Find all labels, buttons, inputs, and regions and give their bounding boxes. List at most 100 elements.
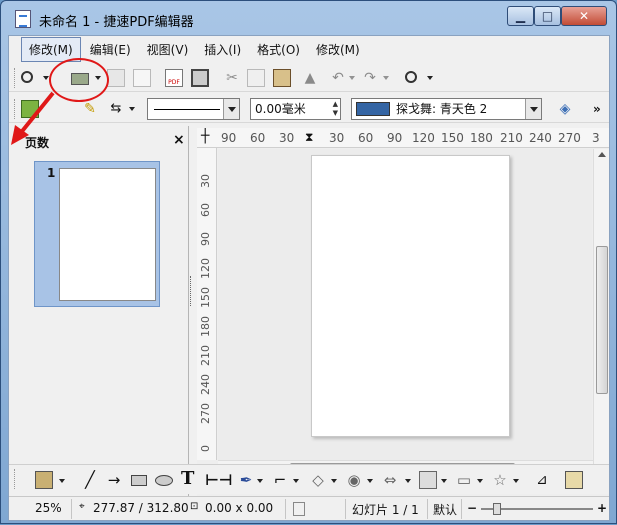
chevron-down-icon[interactable]: [441, 479, 447, 483]
chevron-down-icon[interactable]: [367, 479, 373, 483]
rectangle-tool-icon[interactable]: [131, 475, 147, 486]
clone-format-icon[interactable]: ▲: [301, 69, 319, 87]
basic-shapes-icon[interactable]: ◇: [309, 471, 327, 489]
menu-view[interactable]: 视图(V): [140, 38, 196, 61]
zoom-pan-icon[interactable]: [405, 71, 417, 83]
line-width-value[interactable]: 0.00毫米: [255, 102, 306, 116]
line-width-spinner[interactable]: 0.00毫米 ▲ ▼: [250, 98, 341, 120]
ruler-label: 150: [441, 131, 464, 145]
chevron-down-icon[interactable]: [349, 76, 355, 80]
client-area: 修改(M) 编辑(E) 视图(V) 插入(I) 格式(O) 修改(M) PDF …: [8, 35, 610, 521]
size-icon: ⊡: [190, 501, 199, 512]
chevron-down-icon[interactable]: [383, 76, 389, 80]
toolbar-overflow-icon[interactable]: »: [593, 100, 611, 118]
color-swatch: [356, 102, 390, 116]
arrow-style-icon[interactable]: ⇆: [107, 100, 125, 118]
line-style-icon[interactable]: ✎: [81, 100, 99, 118]
undo-icon[interactable]: ↶: [329, 69, 347, 87]
app-icon: [15, 10, 31, 28]
curve-tool-icon[interactable]: ✒: [237, 471, 255, 489]
ruler-label: 270: [558, 131, 581, 145]
points-icon[interactable]: ⊿: [533, 471, 551, 489]
minimize-button[interactable]: ▁: [507, 6, 534, 26]
zoom-level[interactable]: 25%: [35, 501, 62, 515]
thumbnail-page: [59, 168, 156, 301]
chevron-down-icon[interactable]: [59, 479, 65, 483]
zoom-in-icon[interactable]: +: [597, 501, 607, 515]
maximize-button[interactable]: □: [534, 6, 561, 26]
print-icon[interactable]: [191, 69, 209, 87]
zoom-slider-handle[interactable]: [493, 503, 501, 515]
redo-icon[interactable]: ↷: [361, 69, 379, 87]
vertical-scrollbar[interactable]: [593, 149, 609, 480]
callout-icon[interactable]: ▭: [455, 471, 473, 489]
stars-icon[interactable]: ☆: [491, 471, 509, 489]
symbol-shapes-icon[interactable]: ◉: [345, 471, 363, 489]
gallery-icon[interactable]: [565, 471, 583, 489]
paste-icon[interactable]: [273, 69, 291, 87]
vertical-ruler: 30 60 90 120 150 180 210 240 270 0: [197, 148, 217, 460]
toolbar-grip[interactable]: [14, 469, 16, 489]
ruler-label: 150: [199, 287, 212, 308]
copy-icon[interactable]: [247, 69, 265, 87]
slide-page[interactable]: [311, 155, 510, 437]
cursor-position: 277.87 / 312.80: [93, 501, 189, 515]
chevron-down-icon[interactable]: [513, 479, 519, 483]
chevron-down-icon[interactable]: [129, 107, 135, 111]
chevron-down-icon[interactable]: [223, 99, 239, 119]
tab-stop-icon[interactable]: ┼: [201, 128, 209, 144]
ruler-label: 30: [279, 131, 295, 145]
line-preview: [154, 109, 220, 110]
line-tool-icon[interactable]: ╱: [81, 471, 99, 489]
ruler-label: 60: [250, 131, 266, 145]
fill-color-select[interactable]: 探戈舞: 青天色 2: [351, 98, 542, 120]
pages-panel: 页数 × 1: [9, 126, 189, 496]
vertical-scroll-thumb[interactable]: [596, 246, 608, 394]
toolbar-grip[interactable]: [14, 68, 16, 88]
scroll-up-icon[interactable]: [598, 152, 606, 157]
insert-image-icon[interactable]: [35, 471, 53, 489]
toolbar-grip[interactable]: [14, 99, 16, 119]
edit-file-icon[interactable]: [133, 69, 151, 87]
close-button[interactable]: ✕: [561, 6, 607, 26]
ellipse-tool-icon[interactable]: [155, 475, 173, 486]
chevron-down-icon[interactable]: [525, 99, 541, 119]
indent-marker-icon[interactable]: ⧗: [305, 130, 313, 145]
connector-tool-icon[interactable]: ⌐: [271, 471, 289, 489]
ruler-label: 240: [199, 374, 212, 395]
cut-icon[interactable]: ✂: [223, 69, 241, 87]
chevron-down-icon[interactable]: [477, 479, 483, 483]
spinner-arrows-icon[interactable]: ▲ ▼: [333, 100, 338, 118]
panel-splitter[interactable]: [190, 276, 193, 306]
menu-modify-2[interactable]: 修改(M): [309, 38, 367, 61]
menu-format[interactable]: 格式(O): [250, 38, 307, 61]
save-icon[interactable]: [107, 69, 125, 87]
chevron-down-icon[interactable]: [293, 479, 299, 483]
export-pdf-icon[interactable]: PDF: [165, 69, 183, 87]
area-icon[interactable]: [21, 100, 39, 118]
line-style-select[interactable]: [147, 98, 240, 120]
divider: [285, 499, 286, 519]
fit-text-icon[interactable]: ⊢⊣: [205, 471, 232, 489]
menu-edit[interactable]: 编辑(E): [83, 38, 138, 61]
zoom-icon[interactable]: [21, 71, 33, 83]
chevron-down-icon[interactable]: [405, 479, 411, 483]
page-thumbnail[interactable]: 1: [34, 161, 160, 307]
horizontal-ruler: ┼ 90 60 30 ⧗ 30 60 90 120 150 180 210 24…: [197, 128, 609, 148]
text-tool-icon[interactable]: T: [181, 469, 199, 489]
ruler-label: 0: [199, 445, 212, 452]
zoom-out-icon[interactable]: −: [467, 501, 477, 515]
chevron-down-icon[interactable]: [257, 479, 263, 483]
menu-insert[interactable]: 插入(I): [197, 38, 248, 61]
chevron-down-icon[interactable]: [331, 479, 337, 483]
arrow-tool-icon[interactable]: →: [105, 471, 123, 489]
divider: [427, 499, 428, 519]
chevron-down-icon[interactable]: [427, 76, 433, 80]
drawing-canvas[interactable]: [218, 149, 592, 460]
close-icon[interactable]: ×: [173, 132, 185, 148]
flowchart-icon[interactable]: [419, 471, 437, 489]
title-bar[interactable]: 未命名 1 - 捷速PDF编辑器 ▁ □ ✕: [1, 1, 616, 35]
document-modified-icon: [293, 502, 305, 516]
paint-bucket-icon[interactable]: ◈: [556, 100, 574, 118]
block-arrows-icon[interactable]: ⇔: [381, 471, 399, 489]
